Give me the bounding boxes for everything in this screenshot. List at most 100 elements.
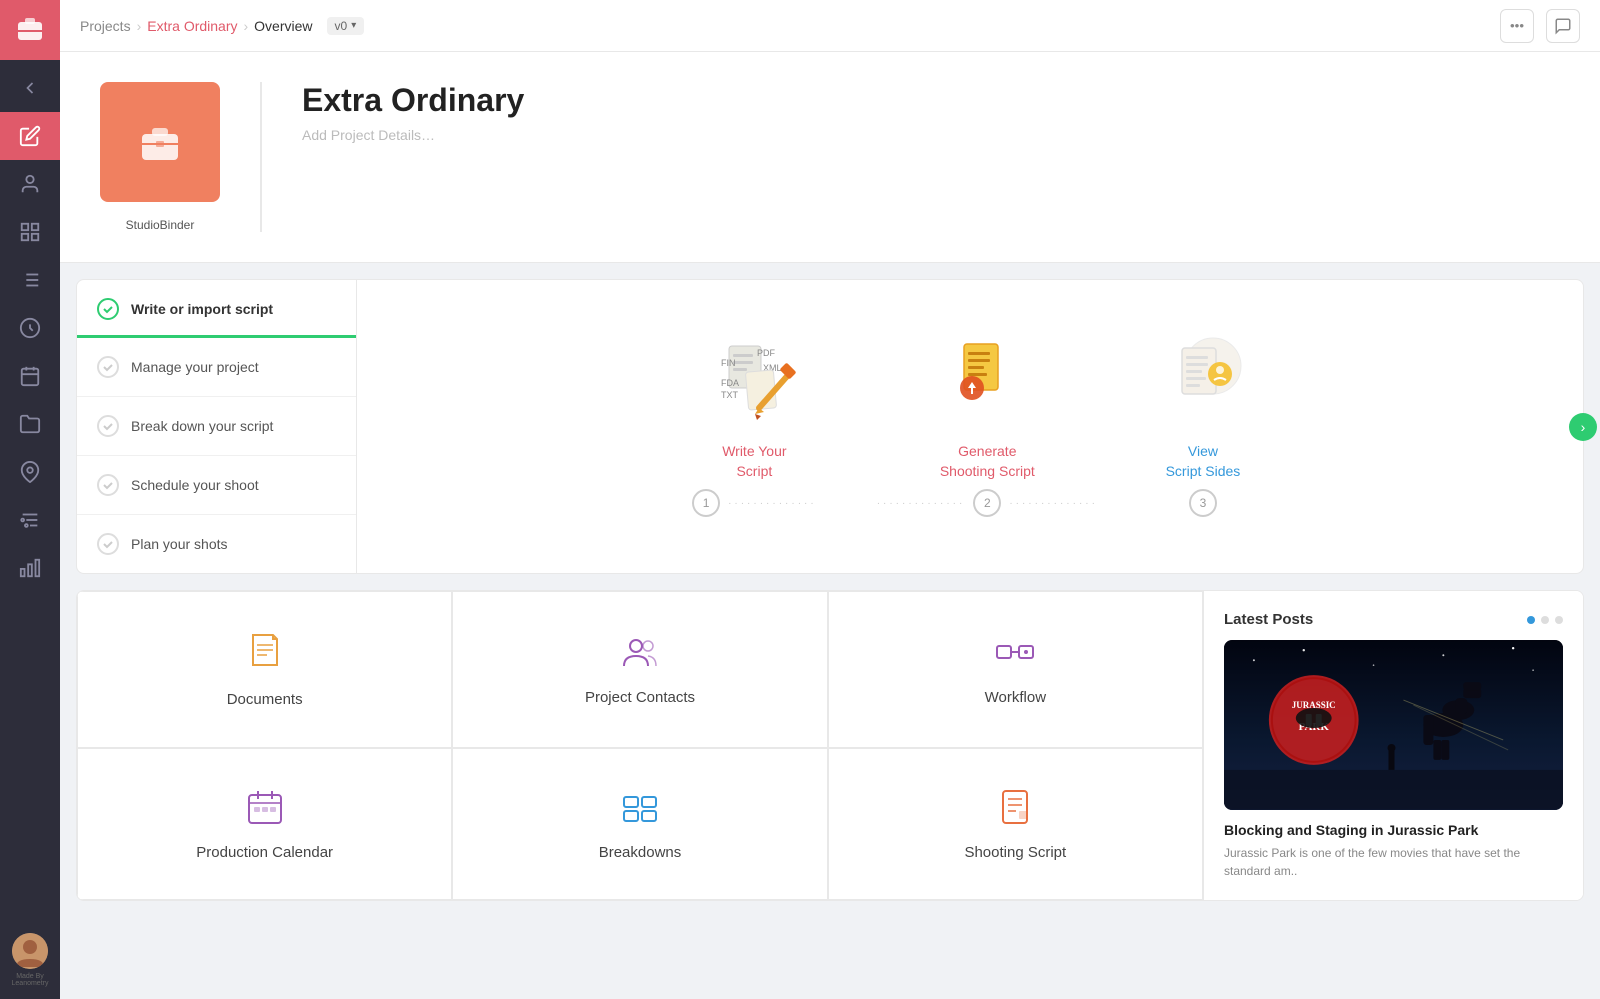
sidebar-item-settings[interactable] [0,496,60,544]
action-view-sides[interactable]: ViewScript Sides [1158,336,1248,481]
sidebar-item-locations[interactable] [0,448,60,496]
latest-posts-title: Latest Posts [1224,611,1313,628]
version-badge[interactable]: v0 ▾ [327,17,365,35]
sidebar-item-breakdown[interactable] [0,256,60,304]
project-contacts-icon [620,632,660,677]
back-button[interactable] [0,64,60,112]
workflow-icon [995,632,1035,677]
post-image[interactable]: JURASSIC PARK [1224,640,1563,810]
action-write-script[interactable]: FIN PDF XML FDA TXT [709,336,799,481]
step-item-schedule[interactable]: Schedule your shoot [77,456,356,515]
steps-section: Write or import script Manage your proje… [76,279,1584,574]
step-check-schedule [97,474,119,496]
project-subtitle[interactable]: Add Project Details… [302,127,524,143]
topbar: Projects › Extra Ordinary › Overview v0 … [60,0,1600,52]
step-item-shots[interactable]: Plan your shots [77,515,356,573]
cell-workflow[interactable]: Workflow [828,591,1203,748]
user-avatar[interactable] [12,933,48,969]
sidebar-item-storyboard[interactable] [0,208,60,256]
posts-dot-1[interactable] [1527,616,1535,624]
svg-text:TXT: TXT [721,390,739,400]
project-thumbnail[interactable] [100,82,220,202]
cell-documents[interactable]: Documents [77,591,452,748]
breakdowns-label: Breakdowns [599,844,682,861]
documents-icon [245,630,285,679]
step-number-2: 2 [973,489,1001,517]
action-generate-label: GenerateShooting Script [940,442,1035,481]
production-calendar-label: Production Calendar [196,844,333,861]
sidebar: Made ByLeanometry [0,0,60,999]
sidebar-item-folders[interactable] [0,400,60,448]
step-check-write [97,298,119,320]
documents-label: Documents [227,691,303,708]
step-number-1: 1 [692,489,720,517]
step-check-shots [97,533,119,555]
svg-text:FDA: FDA [721,378,739,388]
sidebar-item-calendar[interactable] [0,352,60,400]
cell-project-contacts[interactable]: Project Contacts [452,591,827,748]
steps-next-button[interactable]: › [1569,413,1597,441]
cell-production-calendar[interactable]: Production Calendar [77,748,452,901]
posts-dot-2[interactable] [1541,616,1549,624]
svg-text:PDF: PDF [757,348,776,358]
shooting-script-icon [995,787,1035,832]
more-button[interactable]: ••• [1500,9,1534,43]
project-divider [260,82,262,232]
action-write-label: Write YourScript [722,442,786,481]
step-label-shots: Plan your shots [131,536,228,552]
briefcase-icon [134,116,186,168]
chat-button[interactable] [1546,9,1580,43]
project-info: Extra Ordinary Add Project Details… [302,82,524,143]
breadcrumb-sep1: › [137,18,142,34]
action-generate-shooting[interactable]: GenerateShooting Script [940,336,1035,481]
step-check-manage [97,356,119,378]
step-number-3: 3 [1189,489,1217,517]
action-view-label: ViewScript Sides [1166,442,1241,481]
step-item-breakdown[interactable]: Break down your script [77,397,356,456]
step-check-breakdown [97,415,119,437]
breadcrumb-project[interactable]: Extra Ordinary [147,18,237,34]
step-item-manage[interactable]: Manage your project [77,338,356,397]
sidebar-item-contacts[interactable] [0,160,60,208]
topbar-right: ••• [1500,9,1580,43]
project-thumb-label: StudioBinder [126,218,195,232]
production-calendar-icon [245,787,285,832]
posts-dot-3[interactable] [1555,616,1563,624]
breakdowns-icon [620,787,660,832]
sidebar-item-scripts[interactable] [0,112,60,160]
step-label-manage: Manage your project [131,359,259,375]
breadcrumb-sep2: › [244,18,249,34]
breadcrumb-current: Overview [254,18,312,34]
version-label: v0 [335,19,348,33]
breadcrumb: Projects › Extra Ordinary › Overview v0 … [80,17,364,35]
step-item-write[interactable]: Write or import script [77,280,356,338]
shooting-script-label: Shooting Script [964,844,1066,861]
step-label-write: Write or import script [131,301,273,317]
sidebar-logo[interactable] [0,0,60,60]
sidebar-item-analytics[interactable] [0,544,60,592]
generate-shooting-icon [942,336,1032,426]
project-title: Extra Ordinary [302,82,524,119]
steps-content-area: FIN PDF XML FDA TXT [357,280,1583,573]
svg-text:FIN: FIN [721,358,736,368]
more-icon: ••• [1510,18,1524,33]
step-label-schedule: Schedule your shoot [131,477,259,493]
post-excerpt: Jurassic Park is one of the few movies t… [1224,844,1563,880]
post-title[interactable]: Blocking and Staging in Jurassic Park [1224,822,1563,838]
project-header: StudioBinder Extra Ordinary Add Project … [60,52,1600,263]
cell-breakdowns[interactable]: Breakdowns [452,748,827,901]
posts-dots [1527,616,1563,624]
write-script-icon: FIN PDF XML FDA TXT [709,336,799,426]
sidebar-item-scenes[interactable] [0,304,60,352]
chevron-down-icon: ▾ [351,20,356,31]
step-label-breakdown: Break down your script [131,418,273,434]
project-contacts-label: Project Contacts [585,689,695,706]
workflow-label: Workflow [985,689,1046,706]
latest-posts-panel: Latest Posts [1203,591,1583,900]
steps-list: Write or import script Manage your proje… [77,280,357,573]
made-by-label: Made ByLeanometry [12,973,49,987]
breadcrumb-projects[interactable]: Projects [80,18,131,34]
view-sides-icon [1158,336,1248,426]
sidebar-bottom: Made ByLeanometry [12,933,49,999]
cell-shooting-script[interactable]: Shooting Script [828,748,1203,901]
